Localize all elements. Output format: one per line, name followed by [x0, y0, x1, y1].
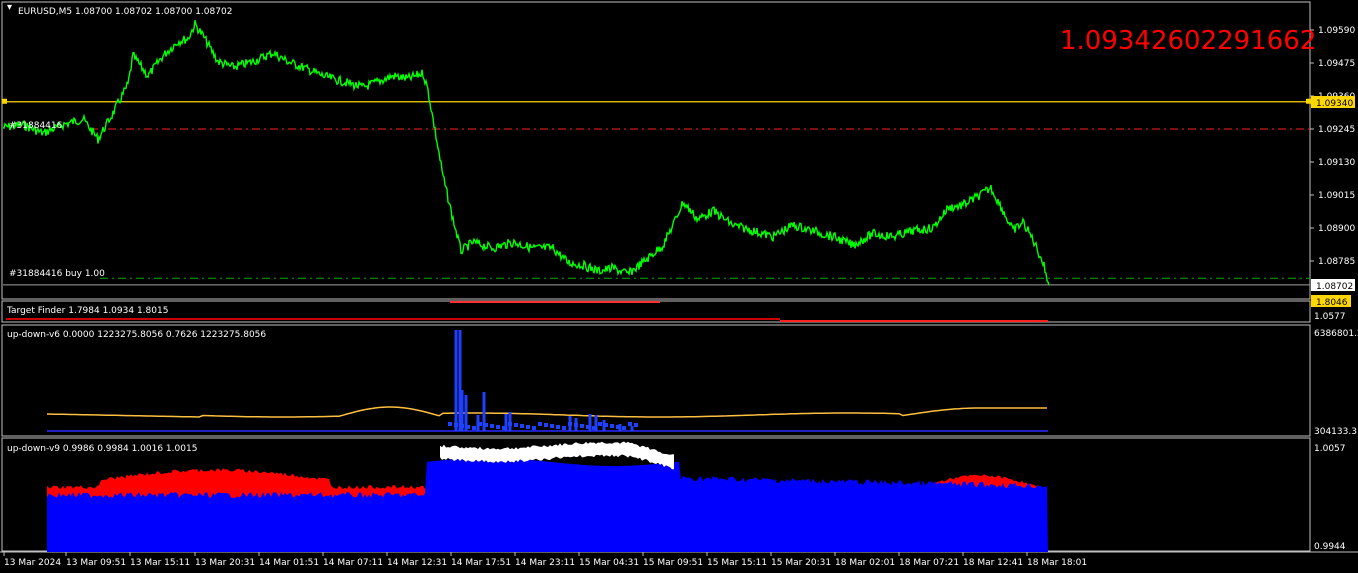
spike-dot [460, 424, 464, 428]
yellow-level-handle-left [2, 98, 7, 104]
spike-dot [604, 423, 608, 427]
time-axis: 13 Mar 2024 13 Mar 09:51 13 Mar 15:11 13 Ma… [3, 552, 1087, 568]
order-label-sell[interactable]: #31884416 [9, 121, 63, 131]
updown9-tick-top: 1.0057 [1314, 444, 1346, 454]
spike-dot [592, 426, 596, 430]
time-tick-label: 15 Mar 04:31 [579, 558, 639, 568]
spike-dot [496, 425, 500, 429]
updown6-tick-top: 6386801.2 [1314, 329, 1358, 339]
spike-dot [574, 423, 578, 427]
time-tick-label: 13 Mar 20:31 [195, 558, 255, 568]
price-levels [2, 98, 1311, 286]
spike-dot [634, 423, 638, 427]
spike-dot [598, 422, 602, 426]
spike-dot [580, 424, 584, 428]
target-finder-tick: 1.0577 [1314, 312, 1346, 322]
spike-dot [472, 426, 476, 430]
trading-terminal-window: ▾ EURUSD,M5 1.08700 1.08702 1.08700 1.08… [0, 0, 1358, 573]
spike-dot [448, 422, 452, 426]
updown9-tick-bottom: 0.9944 [1314, 542, 1346, 552]
chart-canvas[interactable]: ▾ EURUSD,M5 1.08700 1.08702 1.08700 1.08… [0, 0, 1358, 573]
time-tick-label: 18 Mar 07:21 [899, 558, 959, 568]
time-tick-label: 13 Mar 2024 [4, 558, 61, 568]
price-axis: 1.095901.094751.093601.092451.091301.090… [1310, 26, 1355, 267]
chart-title: EURUSD,M5 1.08700 1.08702 1.08700 1.0870… [18, 7, 232, 17]
time-tick-label: 15 Mar 15:11 [707, 558, 767, 568]
price-tick-label: 1.09590 [1318, 26, 1355, 36]
time-tick-label: 13 Mar 15:11 [130, 558, 190, 568]
spike-dot [562, 426, 566, 430]
spike-dot [550, 424, 554, 428]
yellow-level-handle-right [1306, 98, 1311, 104]
price-tick-label: 1.09245 [1318, 125, 1355, 135]
order-label-buy[interactable]: #31884416 buy 1.00 [9, 269, 105, 279]
time-tick-label: 15 Mar 20:31 [771, 558, 831, 568]
time-tick-label: 14 Mar 12:31 [387, 558, 447, 568]
big-value-label: 1.09342602291662 [1060, 26, 1316, 56]
time-tick-label: 18 Mar 18:01 [1027, 558, 1087, 568]
time-tick-label: 14 Mar 23:11 [515, 558, 575, 568]
updown9-label: up-down-v9 0.9986 0.9984 1.0016 1.0015 [7, 444, 197, 454]
target-finder-label: Target Finder 1.7984 1.0934 1.8015 [6, 306, 168, 316]
spike-dot [586, 425, 590, 429]
spike-dot [454, 423, 458, 427]
current-price-tag: 1.08702 [1316, 282, 1353, 292]
target-finder-tag: 1.8046 [1316, 298, 1348, 308]
spike-dot [514, 423, 518, 427]
price-tick-label: 1.09015 [1318, 191, 1355, 201]
spike-dot [568, 422, 572, 426]
time-tick-label: 14 Mar 07:11 [323, 558, 383, 568]
updown6-label: up-down-v6 0.0000 1223275.8056 0.7626 12… [7, 330, 266, 340]
spike-dot [544, 423, 548, 427]
price-line [2, 20, 1050, 286]
spike-dot [532, 426, 536, 430]
spike-dot [616, 425, 620, 429]
spike-dot [508, 422, 512, 426]
time-tick-label: 14 Mar 17:51 [451, 558, 511, 568]
spike-dot [628, 422, 632, 426]
updown6-frame [1, 324, 1311, 437]
price-tick-label: 1.09475 [1318, 59, 1355, 69]
time-tick-label: 13 Mar 09:51 [66, 558, 126, 568]
spike-dot [520, 424, 524, 428]
spike-dot [526, 425, 530, 429]
spike-dot [556, 425, 560, 429]
time-tick-label: 14 Mar 01:51 [259, 558, 319, 568]
yellow-level-tag: 1.09340 [1316, 99, 1353, 109]
price-tick-label: 1.08900 [1318, 224, 1355, 234]
time-tick-label: 18 Mar 02:01 [835, 558, 895, 568]
price-tick-label: 1.08785 [1318, 257, 1355, 267]
time-tick-label: 18 Mar 12:41 [963, 558, 1023, 568]
spike-dot [538, 422, 542, 426]
price-tick-label: 1.09130 [1318, 158, 1355, 168]
chart-title-arrow-icon[interactable]: ▾ [7, 2, 12, 13]
spike-dot [478, 422, 482, 426]
spike-dot [622, 426, 626, 430]
spike-dot [490, 424, 494, 428]
time-tick-label: 15 Mar 09:51 [643, 558, 703, 568]
spike-dot [484, 423, 488, 427]
spike-dot [610, 424, 614, 428]
spike-dot [502, 426, 506, 430]
updown6-tick-bottom: 304133.3 [1314, 427, 1357, 437]
updown6-orange-line [46, 406, 1047, 418]
spike-dot [466, 425, 470, 429]
